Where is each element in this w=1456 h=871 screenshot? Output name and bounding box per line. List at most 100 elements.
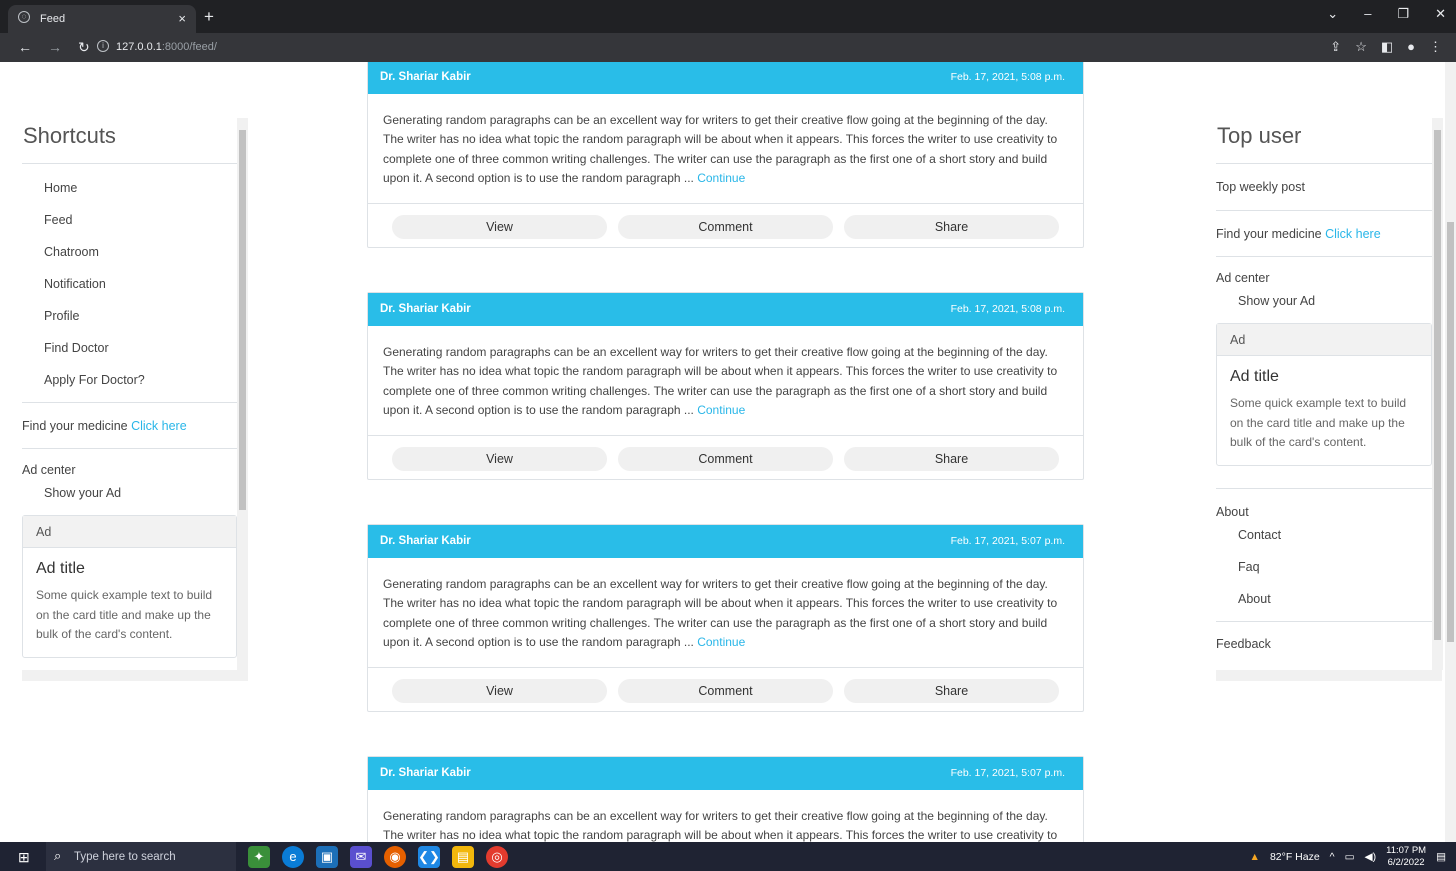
windows-start-icon[interactable]: ⊞ [18, 849, 30, 866]
page-scrollbar[interactable] [1445, 62, 1456, 842]
firefox-icon[interactable]: ◉ [384, 846, 406, 868]
continue-link[interactable]: Continue [697, 635, 745, 649]
left-sidebar: Shortcuts Home Feed Chatroom Notificatio… [22, 118, 237, 670]
reload-icon[interactable]: ↻ [78, 39, 90, 56]
file-explorer-icon[interactable]: ▤ [452, 846, 474, 868]
post-header: Dr. Shariar Kabir Feb. 17, 2021, 5:07 p.… [368, 757, 1083, 790]
continue-link[interactable]: Continue [697, 403, 745, 417]
top-user-title: Top user [1216, 118, 1432, 164]
new-tab-button[interactable]: + [204, 7, 214, 27]
tab-title: Feed [40, 13, 66, 25]
view-button[interactable]: View [392, 447, 607, 471]
tab-close-icon[interactable]: × [178, 11, 186, 26]
comment-button[interactable]: Comment [618, 447, 833, 471]
find-medicine: Find your medicine Click here [1216, 210, 1432, 256]
post-author[interactable]: Dr. Shariar Kabir [380, 767, 471, 779]
view-button[interactable]: View [392, 679, 607, 703]
ad-card-title: Ad title [36, 560, 85, 577]
side-panel-icon[interactable]: ◧ [1381, 39, 1393, 55]
about-section: About Contact Faq About [1216, 487, 1432, 615]
forward-arrow-icon[interactable]: → [48, 39, 62, 56]
scrollbar-thumb[interactable] [1434, 130, 1441, 640]
show-ad-link[interactable]: Show your Ad [22, 477, 237, 509]
share-button[interactable]: Share [844, 215, 1059, 239]
minimize-button[interactable]: – [1364, 6, 1371, 22]
ad-center-section: Ad center Show your Ad Ad Ad title Some … [1216, 256, 1432, 466]
volume-icon[interactable]: ◀) [1365, 851, 1377, 863]
address-bar[interactable]: i 127.0.0.1:8000/feed/ [92, 36, 1312, 59]
close-window-button[interactable]: ✕ [1435, 6, 1446, 22]
profile-icon[interactable]: ● [1407, 39, 1415, 55]
about-label: About [1216, 504, 1249, 519]
taskbar: ⊞ ⌕ Type here to search ✦ e ▣ ✉ ◉ ❮❯ ▤ ◎… [0, 842, 1456, 871]
comment-button[interactable]: Comment [618, 679, 833, 703]
page-scrollbar-thumb[interactable] [1447, 222, 1454, 642]
post-author[interactable]: Dr. Shariar Kabir [380, 535, 471, 547]
continue-link[interactable]: Continue [697, 171, 745, 185]
medicine-link[interactable]: Click here [131, 419, 187, 433]
right-sidebar: Top user Top weekly post Find your medic… [1216, 118, 1432, 670]
sidebar-item-profile[interactable]: Profile [22, 300, 237, 332]
left-sidebar-scrollbar[interactable] [237, 118, 248, 670]
post-author[interactable]: Dr. Shariar Kabir [380, 71, 471, 83]
clock-time: 11:07 PM [1386, 844, 1427, 856]
restore-button[interactable]: ❐ [1397, 6, 1409, 22]
chrome-icon[interactable]: ◎ [486, 846, 508, 868]
share-button[interactable]: Share [844, 679, 1059, 703]
share-icon[interactable]: ⇪ [1330, 39, 1341, 55]
back-arrow-icon[interactable]: ← [18, 39, 32, 56]
post-header: Dr. Shariar Kabir Feb. 17, 2021, 5:08 p.… [368, 62, 1083, 94]
top-weekly-post[interactable]: Top weekly post [1216, 164, 1432, 210]
sidebar-item-chatroom[interactable]: Chatroom [22, 236, 237, 268]
post-body: Generating random paragraphs can be an e… [368, 94, 1083, 204]
post-header: Dr. Shariar Kabir Feb. 17, 2021, 5:08 p.… [368, 293, 1083, 326]
contact-link[interactable]: Contact [1216, 519, 1432, 551]
clock[interactable]: 11:07 PM 6/2/2022 [1386, 845, 1426, 869]
medicine-link[interactable]: Click here [1325, 227, 1381, 241]
bookmark-star-icon[interactable]: ☆ [1355, 39, 1367, 55]
scrollbar-thumb[interactable] [239, 130, 246, 510]
widgets-icon[interactable]: ✦ [248, 846, 270, 868]
post-time: Feb. 17, 2021, 5:08 p.m. [950, 71, 1065, 83]
show-ad-link[interactable]: Show your Ad [1216, 285, 1432, 317]
feedback-link[interactable]: Feedback [1216, 620, 1432, 651]
tray-chevron-icon[interactable]: ^ [1330, 851, 1335, 863]
mail-icon[interactable]: ✉ [350, 846, 372, 868]
post-card: Dr. Shariar Kabir Feb. 17, 2021, 5:07 p.… [367, 756, 1084, 842]
site-info-icon[interactable]: i [97, 40, 109, 52]
network-icon[interactable]: ▭ [1345, 851, 1355, 863]
ad-card-header: Ad [23, 516, 236, 548]
faq-link[interactable]: Faq [1216, 551, 1432, 583]
browser-tab[interactable]: ◌ Feed × [8, 5, 196, 33]
store-icon[interactable]: ▣ [316, 846, 338, 868]
weather-text[interactable]: 82°F Haze [1270, 851, 1320, 863]
sidebar-item-home[interactable]: Home [22, 172, 237, 204]
feed: Dr. Shariar Kabir Feb. 17, 2021, 5:08 p.… [367, 62, 1084, 842]
ad-center-label: Ad center [22, 463, 76, 477]
right-sidebar-scrollbar[interactable] [1432, 118, 1443, 670]
tab-search-icon[interactable]: ⌄ [1327, 6, 1338, 22]
sidebar-item-feed[interactable]: Feed [22, 204, 237, 236]
about-link[interactable]: About [1216, 583, 1432, 615]
ad-card-text: Some quick example text to build on the … [36, 588, 213, 641]
left-sidebar-hscrollbar[interactable] [22, 670, 248, 681]
edge-icon[interactable]: e [282, 846, 304, 868]
post-author[interactable]: Dr. Shariar Kabir [380, 303, 471, 315]
sidebar-item-apply-doctor[interactable]: Apply For Doctor? [22, 364, 237, 396]
menu-dots-icon[interactable]: ⋮ [1429, 39, 1442, 55]
comment-button[interactable]: Comment [618, 215, 833, 239]
sidebar-item-find-doctor[interactable]: Find Doctor [22, 332, 237, 364]
vscode-icon[interactable]: ❮❯ [418, 846, 440, 868]
sidebar-item-notification[interactable]: Notification [22, 268, 237, 300]
taskbar-search[interactable]: ⌕ Type here to search [46, 842, 236, 871]
post-time: Feb. 17, 2021, 5:07 p.m. [950, 767, 1065, 779]
share-button[interactable]: Share [844, 447, 1059, 471]
right-sidebar-hscrollbar[interactable] [1216, 670, 1442, 681]
notification-icon[interactable]: ▤ [1436, 851, 1446, 863]
weather-icon[interactable]: ▲ [1250, 851, 1260, 863]
globe-icon: ◌ [18, 11, 30, 23]
browser-tab-bar: ◌ Feed × + ⌄ – ❐ ✕ [0, 0, 1456, 33]
view-button[interactable]: View [392, 215, 607, 239]
post-body: Generating random paragraphs can be an e… [368, 326, 1083, 436]
url-text: 127.0.0.1:8000/feed/ [116, 41, 217, 53]
